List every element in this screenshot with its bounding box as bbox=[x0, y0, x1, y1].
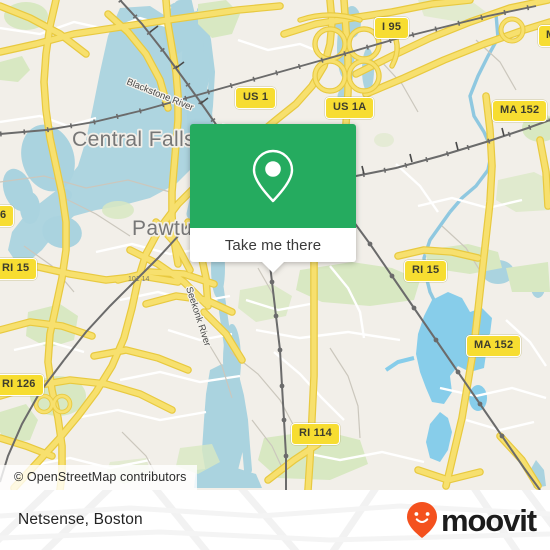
highway-shield: MA 152 bbox=[492, 100, 548, 122]
callout-header bbox=[190, 124, 356, 228]
moovit-brand-logo: moovit bbox=[405, 501, 537, 539]
osm-attribution[interactable]: © OpenStreetMap contributors bbox=[0, 465, 197, 490]
highway-shield: MA bbox=[538, 25, 550, 47]
highway-shield: RI 126 bbox=[0, 374, 44, 396]
highway-shield: RI 114 bbox=[291, 423, 341, 445]
highway-shield: RI 15 bbox=[404, 260, 448, 282]
highway-shield: US 1A bbox=[325, 97, 375, 119]
bottom-info-bar: Netsense, Boston moovit bbox=[0, 490, 550, 550]
moovit-wordmark: moovit bbox=[440, 502, 537, 538]
highway-shield: 6 bbox=[0, 205, 15, 227]
location-callout-card[interactable]: Take me there bbox=[190, 124, 356, 273]
map-canvas[interactable]: Central Falls Pawtucket Blackstone River… bbox=[0, 0, 550, 490]
moovit-smiley-pin-icon bbox=[406, 502, 437, 538]
highway-shield: MA 152 bbox=[466, 335, 522, 357]
take-me-there-button[interactable]: Take me there bbox=[225, 237, 321, 254]
location-pin-icon bbox=[252, 149, 294, 203]
highway-shield: US 1 bbox=[235, 87, 277, 109]
place-name-label: Netsense, Boston bbox=[18, 511, 143, 528]
map-road-label: 101 14 bbox=[128, 276, 150, 283]
highway-shield: I 95 bbox=[374, 17, 410, 39]
callout-pointer-tail bbox=[262, 262, 284, 273]
highway-shield: RI 15 bbox=[0, 258, 38, 280]
map-city-label: Central Falls bbox=[72, 128, 195, 151]
moovit-map-screen: Central Falls Pawtucket Blackstone River… bbox=[0, 0, 550, 550]
callout-footer[interactable]: Take me there bbox=[190, 228, 356, 273]
